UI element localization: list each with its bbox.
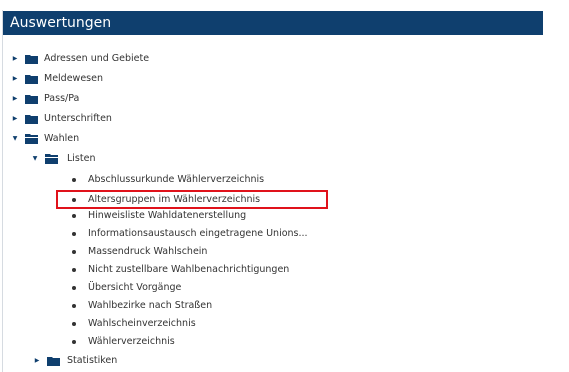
report-item[interactable]: Übersicht Vorgänge	[72, 279, 352, 296]
bullet-icon	[72, 232, 76, 236]
report-item-label: Massendruck Wahlschein	[88, 246, 208, 257]
bullet-icon	[72, 340, 76, 344]
folder-icon	[25, 95, 38, 104]
report-item-label: Wahlbezirke nach Straßen	[88, 300, 213, 311]
bullet-icon	[72, 286, 76, 290]
bullet-icon	[72, 322, 76, 326]
report-item[interactable]: Wahlbezirke nach Straßen	[72, 297, 352, 314]
expand-arrow-icon[interactable]: ▶	[33, 352, 41, 369]
tree-item-label: Adressen und Gebiete	[44, 53, 150, 64]
tree-item-adressen-und-gebiete[interactable]: ▶ Adressen und Gebiete	[11, 50, 271, 67]
report-item[interactable]: Nicht zustellbare Wahlbenachrichtigungen	[72, 261, 372, 278]
folder-icon	[25, 115, 38, 124]
panel-title: Auswertungen	[3, 11, 543, 35]
report-item[interactable]: Hinweisliste Wahldatenerstellung	[72, 207, 352, 224]
tree-item-listen[interactable]: ▼ Listen	[31, 150, 271, 167]
tree-item-wahlen[interactable]: ▼ Wahlen	[11, 130, 271, 147]
report-item-label: Wahlscheinverzeichnis	[88, 318, 196, 329]
report-item-label: Informationsaustausch eingetragene Union…	[88, 228, 308, 239]
bullet-icon	[72, 250, 76, 254]
tree-item-unterschriften[interactable]: ▶ Unterschriften	[11, 110, 271, 127]
tree-item-meldewesen[interactable]: ▶ Meldewesen	[11, 70, 271, 87]
report-item[interactable]: Abschlussurkunde Wählerverzeichnis	[72, 171, 352, 188]
folder-icon	[25, 75, 38, 84]
expand-arrow-icon[interactable]: ▶	[11, 110, 19, 127]
report-item[interactable]: Informationsaustausch eingetragene Union…	[72, 225, 372, 242]
bullet-icon	[72, 214, 76, 218]
report-item-label: Wählerverzeichnis	[88, 336, 175, 347]
tree-item-label: Listen	[67, 153, 96, 164]
report-item[interactable]: Wahlscheinverzeichnis	[72, 315, 352, 332]
collapse-arrow-icon[interactable]: ▼	[31, 150, 39, 167]
folder-open-icon	[25, 134, 38, 144]
tree-item-label: Wahlen	[44, 133, 80, 144]
report-item[interactable]: Wählerverzeichnis	[72, 333, 352, 350]
tree-item-pass-pa[interactable]: ▶ Pass/Pa	[11, 90, 271, 107]
report-item-label: Übersicht Vorgänge	[88, 282, 182, 293]
report-item[interactable]: Massendruck Wahlschein	[72, 243, 352, 260]
report-item-label: Nicht zustellbare Wahlbenachrichtigungen	[88, 264, 290, 275]
tree-item-label: Statistiken	[67, 355, 118, 366]
report-item-label: Abschlussurkunde Wählerverzeichnis	[88, 174, 265, 185]
folder-icon	[47, 357, 60, 366]
bullet-icon	[72, 178, 76, 182]
highlight-box	[56, 190, 328, 209]
report-item-label: Hinweisliste Wahldatenerstellung	[88, 210, 247, 221]
expand-arrow-icon[interactable]: ▶	[11, 50, 19, 67]
bullet-icon	[72, 268, 76, 272]
collapse-arrow-icon[interactable]: ▼	[11, 130, 19, 147]
bullet-icon	[72, 304, 76, 308]
expand-arrow-icon[interactable]: ▶	[11, 90, 19, 107]
expand-arrow-icon[interactable]: ▶	[11, 70, 19, 87]
folder-icon	[25, 55, 38, 64]
folder-open-icon	[45, 154, 58, 164]
tree-item-label: Unterschriften	[44, 113, 112, 124]
tree-item-statistiken[interactable]: ▶ Statistiken	[33, 352, 273, 369]
tree-item-label: Meldewesen	[44, 73, 103, 84]
tree-item-label: Pass/Pa	[44, 93, 80, 104]
